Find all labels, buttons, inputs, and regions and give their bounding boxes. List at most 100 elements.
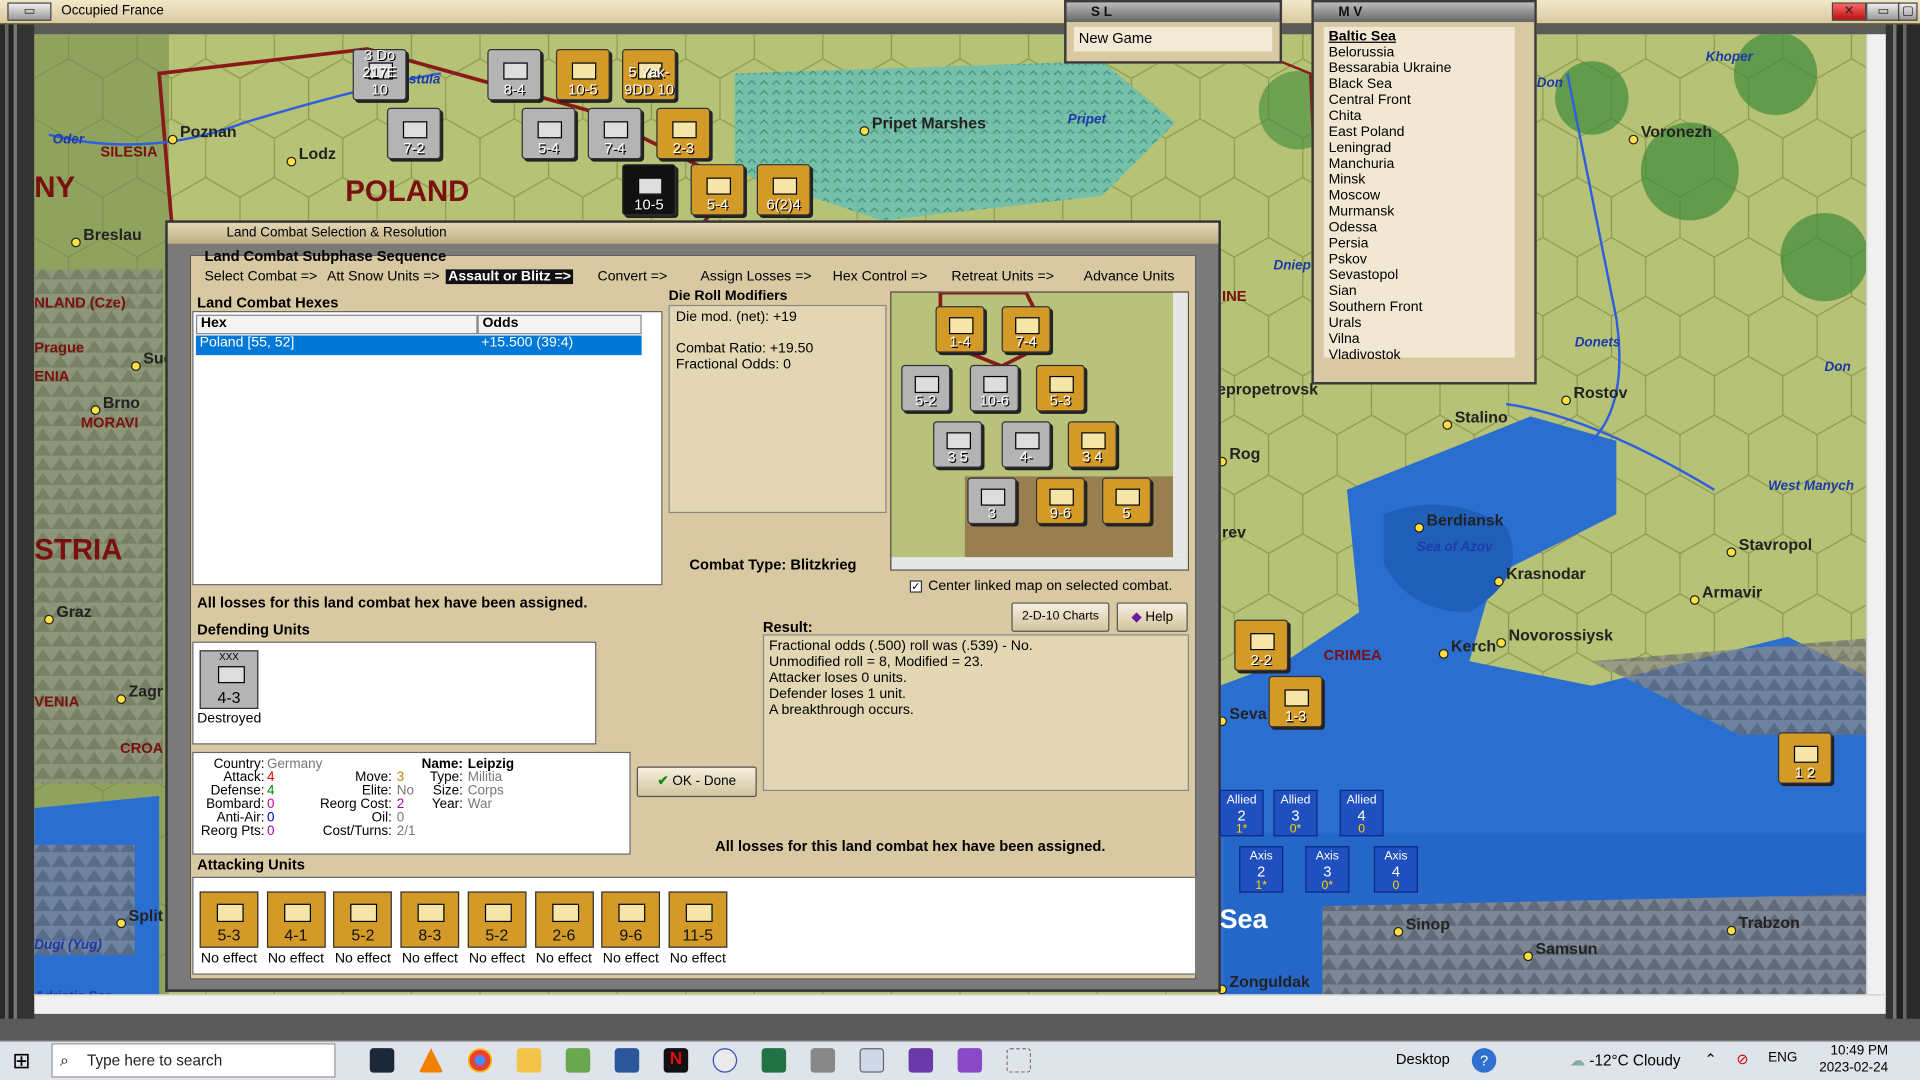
network-icon[interactable]: ⊘ [1736, 1051, 1748, 1068]
minimap-counter[interactable]: 1-4 [935, 306, 985, 353]
city-marker-icon[interactable] [1689, 595, 1700, 605]
clock-time[interactable]: 10:49 PM [1810, 1043, 1888, 1058]
attacker-unit[interactable]: 4-1 No effect [265, 891, 326, 966]
hexes-table[interactable]: Hex Odds Poland [55, 52] +15.500 (39:4) [192, 311, 663, 586]
unit-counter[interactable]: 5-4 [521, 107, 576, 160]
map-view-item[interactable]: Black Sea [1329, 77, 1510, 93]
help-tray-icon[interactable]: ? [1471, 1048, 1497, 1073]
windows-start-icon[interactable]: ⊞ [12, 1048, 30, 1074]
col-hex[interactable]: Hex [195, 314, 478, 335]
city-marker-icon[interactable] [1523, 951, 1534, 962]
city-marker-icon[interactable] [859, 126, 870, 136]
table-row[interactable]: Poland [55, 52] +15.500 (39:4) [195, 335, 642, 356]
combat-step[interactable]: Select Combat => [204, 269, 317, 284]
system-menu-button[interactable]: ▭ [7, 2, 52, 21]
combat-step[interactable]: Assign Losses => [700, 269, 811, 284]
clock-date[interactable]: 2023-02-24 [1810, 1060, 1888, 1075]
steam-icon[interactable] [369, 1048, 395, 1073]
city-marker-icon[interactable] [1393, 926, 1404, 937]
maximize-button[interactable]: ▢ [1897, 2, 1918, 21]
combat-step[interactable]: Advance Units [1084, 269, 1175, 284]
city-marker-icon[interactable] [1561, 395, 1572, 406]
combat-step[interactable]: Retreat Units => [951, 269, 1054, 284]
city-marker-icon[interactable] [1726, 925, 1737, 936]
city-marker-icon[interactable] [1438, 648, 1449, 659]
city-marker-icon[interactable] [44, 614, 54, 625]
minimap-counter[interactable]: 7-4 [1001, 306, 1051, 353]
map-view-item[interactable]: Minsk [1329, 173, 1510, 189]
city-marker-icon[interactable] [1442, 420, 1453, 430]
city-marker-icon[interactable] [116, 918, 127, 929]
city-marker-icon[interactable] [1414, 522, 1425, 533]
taskbar-search[interactable]: ⌕ Type here to search [51, 1043, 336, 1078]
unit-counter[interactable]: 2-2 [1234, 619, 1289, 672]
unit-counter[interactable]: 1-3 [1268, 675, 1323, 728]
map-view-item[interactable]: Urals [1329, 316, 1510, 332]
attacker-counter[interactable]: 8-3 [400, 891, 460, 948]
unit-counter[interactable]: 8-4 [487, 48, 542, 101]
unit-counter[interactable]: 10-5 [622, 164, 676, 216]
city-marker-icon[interactable] [116, 694, 127, 705]
weather[interactable]: ☁ -12°C Cloudy [1570, 1051, 1681, 1069]
minimap-vscroll[interactable] [1173, 292, 1188, 558]
minimap-counter[interactable]: 5 [1102, 477, 1152, 525]
combat-step[interactable]: Hex Control => [833, 269, 928, 284]
ok-done-button[interactable]: ✔ OK - Done [636, 766, 757, 798]
unit-counter[interactable]: 2-3 [656, 107, 711, 160]
chrome-icon[interactable] [467, 1048, 493, 1073]
map-view-item[interactable]: Vilna [1329, 332, 1510, 348]
unit-counter[interactable]: 6(2)4 [756, 164, 811, 216]
game-icon[interactable] [908, 1048, 934, 1073]
attacker-counter[interactable]: 4-1 [266, 891, 326, 948]
unit-counter[interactable]: 1 2 [1777, 732, 1832, 784]
file-explorer-icon[interactable] [516, 1048, 542, 1073]
attacker-unit[interactable]: 5-2 No effect [466, 891, 527, 966]
desktop-toolbar[interactable]: Desktop [1396, 1051, 1450, 1068]
attacker-unit[interactable]: 5-3 No effect [198, 891, 259, 966]
unit-counter[interactable]: 10-5 [555, 48, 610, 101]
city-marker-icon[interactable] [1628, 134, 1639, 145]
pen-icon[interactable] [1006, 1048, 1032, 1073]
combat-step[interactable]: Convert => [598, 269, 668, 284]
center-linked-checkbox[interactable]: ✓ [909, 580, 923, 593]
minimap-counter[interactable]: 10-6 [969, 364, 1019, 412]
city-marker-icon[interactable] [131, 361, 141, 372]
map-view-item[interactable]: Pskov [1329, 252, 1510, 268]
city-marker-icon[interactable] [71, 237, 81, 248]
language-indicator[interactable]: ENG [1768, 1051, 1797, 1066]
unit-counter[interactable]: 3 Do 217E 10 [352, 47, 407, 101]
map-view-item[interactable]: Leningrad [1329, 141, 1510, 157]
map-view-item[interactable]: Sian [1329, 284, 1510, 300]
map-view-item[interactable]: Southern Front [1329, 300, 1510, 316]
map-view-header[interactable]: Baltic Sea [1329, 29, 1510, 45]
map-view-item[interactable]: Vladivostok [1329, 348, 1510, 364]
minimap-counter[interactable]: 3 [967, 477, 1017, 525]
charts-button[interactable]: 2-D-10 Charts [1011, 602, 1110, 632]
attacker-counter[interactable]: 9-6 [601, 891, 661, 948]
restore-button[interactable]: ▭ [1866, 2, 1901, 21]
chevron-up-icon[interactable]: ⌃ [1704, 1051, 1716, 1068]
map-horizontal-scrollbar[interactable] [34, 994, 1886, 1014]
minimap-hscroll[interactable] [891, 557, 1188, 570]
sl-new-game-item[interactable]: New Game [1073, 26, 1273, 52]
attacker-unit[interactable]: 8-3 No effect [399, 891, 460, 966]
help-button[interactable]: ◆ Help [1116, 602, 1188, 632]
minimap-counter[interactable]: 5-3 [1035, 364, 1085, 412]
map-view-item[interactable]: Moscow [1329, 189, 1510, 205]
map-view-item[interactable]: Central Front [1329, 93, 1510, 109]
excel-icon[interactable] [761, 1048, 787, 1073]
window-app-icon[interactable] [859, 1048, 885, 1073]
city-marker-icon[interactable] [167, 134, 178, 145]
city-marker-icon[interactable] [1493, 576, 1504, 587]
attacker-unit[interactable]: 5-2 No effect [332, 891, 393, 966]
map-view-item[interactable]: Murmansk [1329, 204, 1510, 220]
unit-counter[interactable]: 7-4 [587, 107, 642, 160]
minimap-counter[interactable]: 5-2 [901, 364, 951, 412]
notepad-icon[interactable] [565, 1048, 591, 1073]
close-button[interactable]: ✕ [1831, 2, 1867, 21]
map-vertical-scrollbar[interactable] [1866, 34, 1886, 997]
attacker-counter[interactable]: 5-2 [467, 891, 527, 948]
app-icon[interactable] [712, 1048, 738, 1073]
word-icon[interactable] [614, 1048, 640, 1073]
map-view-item[interactable]: Belorussia [1329, 45, 1510, 61]
